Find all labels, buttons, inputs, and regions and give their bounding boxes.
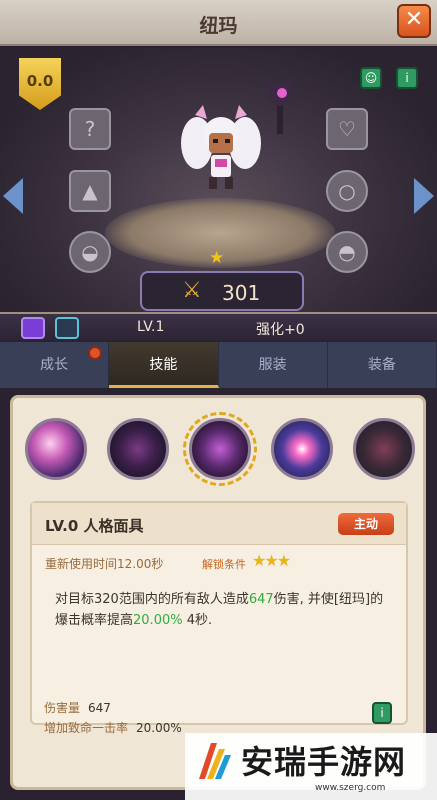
watermark: 安瑞手游网 www.szerg.com xyxy=(185,733,437,800)
title-bar: 纽玛 ✕ xyxy=(0,0,437,46)
power-value: 301 xyxy=(222,281,261,305)
tab-costume[interactable]: 服装 xyxy=(219,342,328,388)
skill-name: LV.0 人格面具 xyxy=(45,517,144,535)
hat-slot-icon[interactable]: ◒ xyxy=(69,231,111,273)
power-box: ⚔ 301 xyxy=(140,271,304,311)
tab-label: 服装 xyxy=(258,357,287,373)
tab-equipment[interactable]: 装备 xyxy=(328,342,437,388)
class-icon[interactable] xyxy=(21,317,45,339)
cap-slot-icon[interactable]: ◓ xyxy=(326,231,368,273)
cooldown-text: 重新使用时间12.00秒 xyxy=(45,557,164,571)
watermark-text: 安瑞手游网 xyxy=(241,743,407,781)
watermark-logo-icon xyxy=(199,743,231,779)
sword-icon: ⚔ xyxy=(182,278,202,303)
skill-icon-3-selected[interactable] xyxy=(183,412,257,486)
weapon-slot-icon[interactable]: ? xyxy=(69,108,111,150)
alert-dot-icon xyxy=(88,346,103,360)
tab-bar: 成长 技能 服装 装备 xyxy=(0,342,437,388)
skill-type-badge: 主动 xyxy=(338,513,394,535)
tab-growth[interactable]: 成长 xyxy=(0,342,110,388)
unlock-label: 解锁条件 xyxy=(202,558,246,571)
skill-icon-4[interactable] xyxy=(271,418,333,480)
window-title: 纽玛 xyxy=(199,15,238,37)
skill-info-icon[interactable]: i xyxy=(372,702,392,724)
tab-skills[interactable]: 技能 xyxy=(109,342,219,388)
tab-label: 装备 xyxy=(367,357,396,373)
pet-icon[interactable] xyxy=(55,317,79,339)
enhance-text: 强化+0 xyxy=(256,322,305,338)
watermark-url: www.szerg.com xyxy=(315,783,386,793)
skill-stats: 伤害量 647 增加致命一击率 20.00% xyxy=(44,698,182,738)
star-icon: ★ xyxy=(209,248,225,268)
stat-row: 增加致命一击率 20.00% xyxy=(44,721,182,735)
skill-detail-header: LV.0 人格面具 主动 xyxy=(32,503,406,545)
close-button[interactable]: ✕ xyxy=(397,4,431,38)
accessory-slot-icon[interactable]: ♡ xyxy=(326,108,368,150)
skill-description: 对目标320范围内的所有敌人造成647伤害, 并使[纽玛]的爆击概率提高20.0… xyxy=(55,592,384,628)
hero-detail-screen: 纽玛 ✕ 0.0 ☺ i ? ▲ ◒ ♡ ○ ◓ ★ ⚔ 301 LV.1 强化… xyxy=(0,0,437,800)
info-icon[interactable]: i xyxy=(396,67,418,89)
armor-slot-icon[interactable]: ▲ xyxy=(69,170,111,212)
level-row: LV.1 强化+0 xyxy=(0,312,437,340)
skill-icon-2[interactable] xyxy=(107,418,169,480)
pet-sprite xyxy=(266,78,294,134)
tab-label: 成长 xyxy=(40,357,69,373)
skill-list xyxy=(25,412,415,486)
skill-icon-1[interactable] xyxy=(25,418,87,480)
skill-detail-card: LV.0 人格面具 主动 重新使用时间12.00秒 解锁条件 ★★★ 对目标32… xyxy=(30,501,408,725)
stat-row: 伤害量 647 xyxy=(44,701,111,715)
unlock-stars-icon: ★★★ xyxy=(252,551,291,570)
skill-icon-5[interactable] xyxy=(353,418,415,480)
hero-sprite xyxy=(181,105,261,189)
level-text: LV.1 xyxy=(137,319,165,335)
tab-label: 技能 xyxy=(149,357,178,373)
profile-icon[interactable]: ☺ xyxy=(360,67,382,89)
ring-slot-icon[interactable]: ○ xyxy=(326,170,368,212)
